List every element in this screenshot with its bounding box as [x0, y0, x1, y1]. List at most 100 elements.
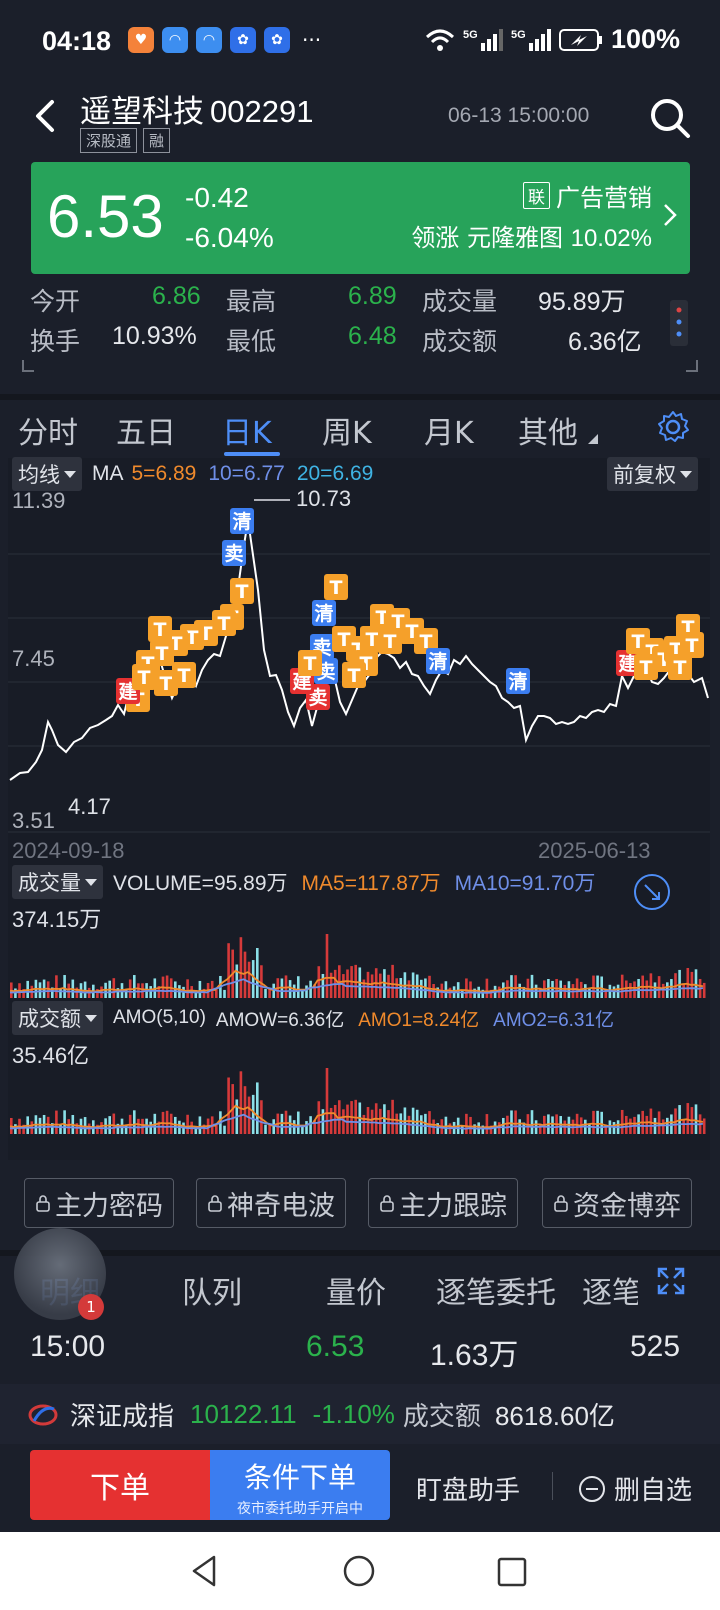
volume-bar: [133, 975, 136, 998]
volume-bar: [596, 975, 599, 998]
marker-label: 卖: [224, 543, 243, 565]
volume-bar: [272, 983, 275, 998]
nav-back-icon[interactable]: [188, 1554, 222, 1588]
tab-other[interactable]: 其他: [518, 408, 578, 452]
marker-label: T: [686, 635, 699, 657]
trade-price: 6.53: [306, 1330, 365, 1363]
stock-title: 遥望科技 002291: [80, 86, 313, 131]
nav-home-icon[interactable]: [342, 1554, 376, 1588]
fullscreen-icon[interactable]: [656, 1266, 686, 1296]
volume-bar: [243, 1086, 247, 1134]
trade-marker: T: [324, 574, 348, 600]
volume-bar: [469, 981, 472, 998]
ma-label: MA: [92, 462, 124, 485]
quote-datetime: 06-13 15:00:00: [448, 104, 590, 127]
remove-watchlist-button[interactable]: 删自选: [578, 1470, 692, 1507]
volume-bar: [379, 973, 382, 998]
sector-info: 联 广告营销: [523, 178, 652, 213]
volume-bar: [288, 980, 292, 998]
volume-bar: [694, 969, 698, 998]
expand-corner-icon: [22, 360, 34, 372]
chevron-right-icon: [664, 204, 677, 226]
sector-tag: 联: [523, 182, 550, 209]
volume-dropdown-label: 成交量: [18, 871, 81, 895]
amount-value: 6.36亿: [568, 328, 642, 356]
main-force-tracking-button[interactable]: 主力跟踪: [368, 1178, 518, 1228]
app-notification-icon: ◠: [162, 27, 188, 53]
volume-bar: [620, 974, 624, 998]
back-icon[interactable]: [26, 96, 66, 136]
tab-five-day[interactable]: 五日: [116, 408, 176, 452]
volume-bar: [63, 975, 66, 998]
sector-leader: 领涨 元隆雅图 10.02%: [411, 218, 652, 253]
tab-daily-k[interactable]: 日K: [222, 408, 272, 452]
volume-bar: [514, 975, 517, 998]
marker-label: 清: [508, 670, 527, 693]
sector-name: 广告营销: [556, 184, 652, 212]
marker-label: 清: [232, 510, 251, 533]
signal-icon: 5G: [463, 28, 503, 51]
volume-bar: [649, 1108, 653, 1134]
tab-intraday[interactable]: 分时: [18, 408, 78, 452]
volume-bar: [112, 978, 116, 998]
adjust-dropdown[interactable]: 前复权: [607, 457, 698, 491]
divider: [552, 1472, 553, 1500]
volume-bar: [149, 1121, 152, 1134]
amount-indicator-dropdown[interactable]: 成交额: [12, 1001, 103, 1035]
nav-recents-icon[interactable]: [496, 1556, 528, 1588]
price-banner[interactable]: 6.53 -0.42 -6.04% 联 广告营销 领涨 元隆雅图 10.02%: [31, 162, 690, 274]
volume-bar: [588, 1123, 591, 1134]
date-start: 2024-09-18: [12, 838, 125, 863]
volume-label: 成交量: [422, 287, 498, 316]
bottom-actions: 下单 条件下单 夜市委托助手开启中 盯盘助手 删自选: [0, 1448, 720, 1532]
status-bar: 04:18 ♥ ◠ ◠ ✿ ✿ ··· 5G 5G 100%: [0, 0, 720, 84]
open-label: 今开: [30, 287, 81, 316]
lock-icon: [380, 1195, 394, 1212]
szse-logo-icon: [28, 1404, 58, 1426]
tab-tick-by-tick[interactable]: 逐笔: [582, 1268, 638, 1312]
lock-icon: [36, 1195, 50, 1212]
volume-bar: [592, 1110, 595, 1134]
tab-volume-price[interactable]: 量价: [326, 1268, 386, 1312]
stock-code: 002291: [210, 94, 314, 129]
volume-bar: [530, 1110, 534, 1134]
amo-label: AMO(5,10): [113, 1007, 206, 1028]
search-icon[interactable]: [648, 96, 692, 140]
stock-name: 遥望科技: [80, 94, 204, 130]
trade-count: 525: [630, 1330, 681, 1363]
volume-bar: [256, 948, 259, 998]
volume-bar: [465, 978, 468, 998]
order-button[interactable]: 下单: [30, 1450, 210, 1520]
gear-icon[interactable]: [656, 410, 690, 444]
marker-label: T: [384, 631, 397, 653]
volume-bar: [551, 980, 554, 998]
more-stats-icon[interactable]: [670, 300, 688, 346]
magic-wave-button[interactable]: 神奇电波: [196, 1178, 346, 1228]
volume-bar: [469, 1116, 472, 1134]
tab-weekly-k[interactable]: 周K: [322, 408, 372, 452]
watch-assistant-button[interactable]: 盯盘助手: [416, 1470, 520, 1507]
tab-order-by-order[interactable]: 逐笔委托: [436, 1268, 556, 1312]
main-force-code-button[interactable]: 主力密码: [24, 1178, 174, 1228]
index-ticker[interactable]: 深证成指 10122.11 -1.10% 成交额 8618.60亿: [0, 1384, 720, 1444]
volume-indicator-dropdown[interactable]: 成交量: [12, 865, 103, 899]
marker-label: T: [236, 581, 249, 603]
zoom-icon[interactable]: [632, 872, 672, 912]
stock-header: 遥望科技 002291 深股通 融 06-13 15:00:00: [0, 84, 720, 158]
tab-queue[interactable]: 队列: [182, 1268, 242, 1312]
indicator-dropdown[interactable]: 均线: [12, 457, 82, 491]
kline-chart-area[interactable]: 均线 MA 5=6.89 10=6.77 20=6.69 前复权 清卖TTTTT…: [8, 457, 710, 1160]
volume-bar: [133, 1110, 136, 1134]
svg-text:5G: 5G: [511, 29, 526, 41]
capital-game-label: 资金博弈: [573, 1190, 681, 1222]
tab-monthly-k[interactable]: 月K: [424, 408, 474, 452]
marker-label: T: [218, 613, 231, 635]
conditional-order-button[interactable]: 条件下单 夜市委托助手开启中: [210, 1450, 390, 1520]
low-value: 6.48: [348, 322, 397, 350]
volume-bar: [649, 973, 653, 998]
chevron-down-icon: [64, 470, 76, 478]
capital-game-button[interactable]: 资金博弈: [542, 1178, 692, 1228]
price-change: -0.42 -6.04%: [185, 178, 274, 258]
volume-bar: [506, 1115, 509, 1134]
volume-bar: [428, 975, 431, 998]
